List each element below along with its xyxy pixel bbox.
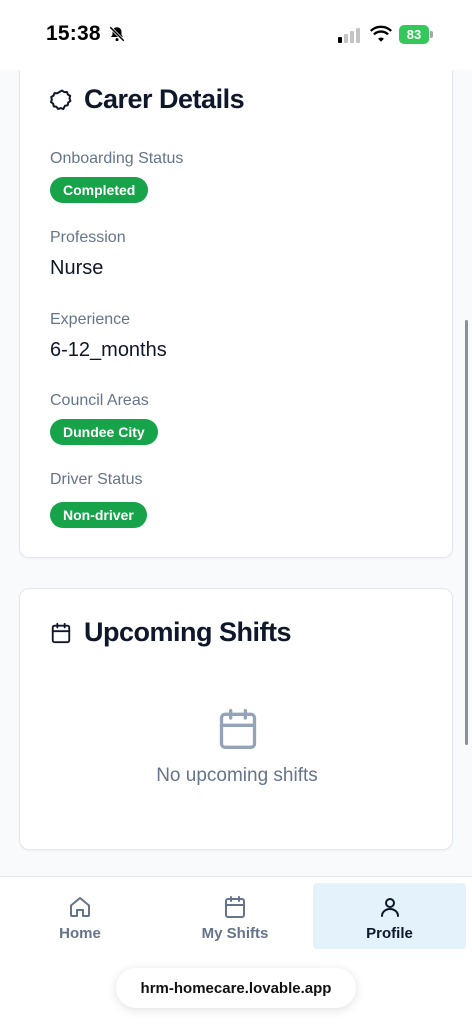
status-time: 15:38: [46, 22, 101, 45]
experience-label: Experience: [50, 311, 131, 328]
battery-tip: [430, 31, 433, 38]
profession-value: Nurse: [50, 257, 104, 279]
nav-item-profile[interactable]: Profile: [313, 883, 466, 949]
onboarding-status-label: Onboarding Status: [50, 150, 184, 167]
experience-value: 6-12_months: [50, 339, 167, 361]
nav-item-my-shifts[interactable]: My Shifts: [160, 883, 310, 949]
signal-icon: [338, 28, 360, 43]
scrollbar[interactable]: [465, 320, 468, 745]
council-areas-label: Council Areas: [50, 392, 149, 409]
upcoming-shifts-card: Upcoming Shifts No upcoming shifts: [19, 588, 453, 850]
council-area-badge: Dundee City: [50, 419, 158, 445]
empty-shifts-text: No upcoming shifts: [156, 765, 318, 786]
status-bar: 15:38 83: [0, 0, 472, 70]
nav-profile-label: Profile: [366, 925, 413, 942]
nav-item-home[interactable]: Home: [0, 883, 160, 949]
user-icon: [380, 898, 399, 917]
nav-home-label: Home: [59, 925, 101, 942]
empty-calendar-icon: [219, 709, 257, 749]
driver-status-label: Driver Status: [50, 471, 143, 488]
nav-my-shifts-label: My Shifts: [201, 925, 269, 942]
upcoming-shifts-title: Upcoming Shifts: [84, 617, 292, 647]
profession-label: Profession: [50, 229, 126, 246]
carer-details-title: Carer Details: [84, 84, 245, 114]
carer-details-card: Carer Details Onboarding Status Complete…: [19, 50, 453, 558]
battery-indicator: 83: [399, 25, 429, 44]
calendar-icon: [51, 622, 71, 644]
onboarding-status-badge: Completed: [50, 177, 149, 203]
calendar-icon: [225, 896, 245, 918]
wifi-icon: [370, 25, 392, 42]
browser-url-pill[interactable]: hrm-homecare.lovable.app: [116, 968, 356, 1008]
bell-muted-icon: [109, 26, 125, 42]
screen: Carer Details Onboarding Status Complete…: [0, 0, 472, 1024]
home-icon: [70, 897, 90, 917]
badge-icon: [50, 89, 72, 110]
driver-status-badge: Non-driver: [50, 502, 147, 528]
